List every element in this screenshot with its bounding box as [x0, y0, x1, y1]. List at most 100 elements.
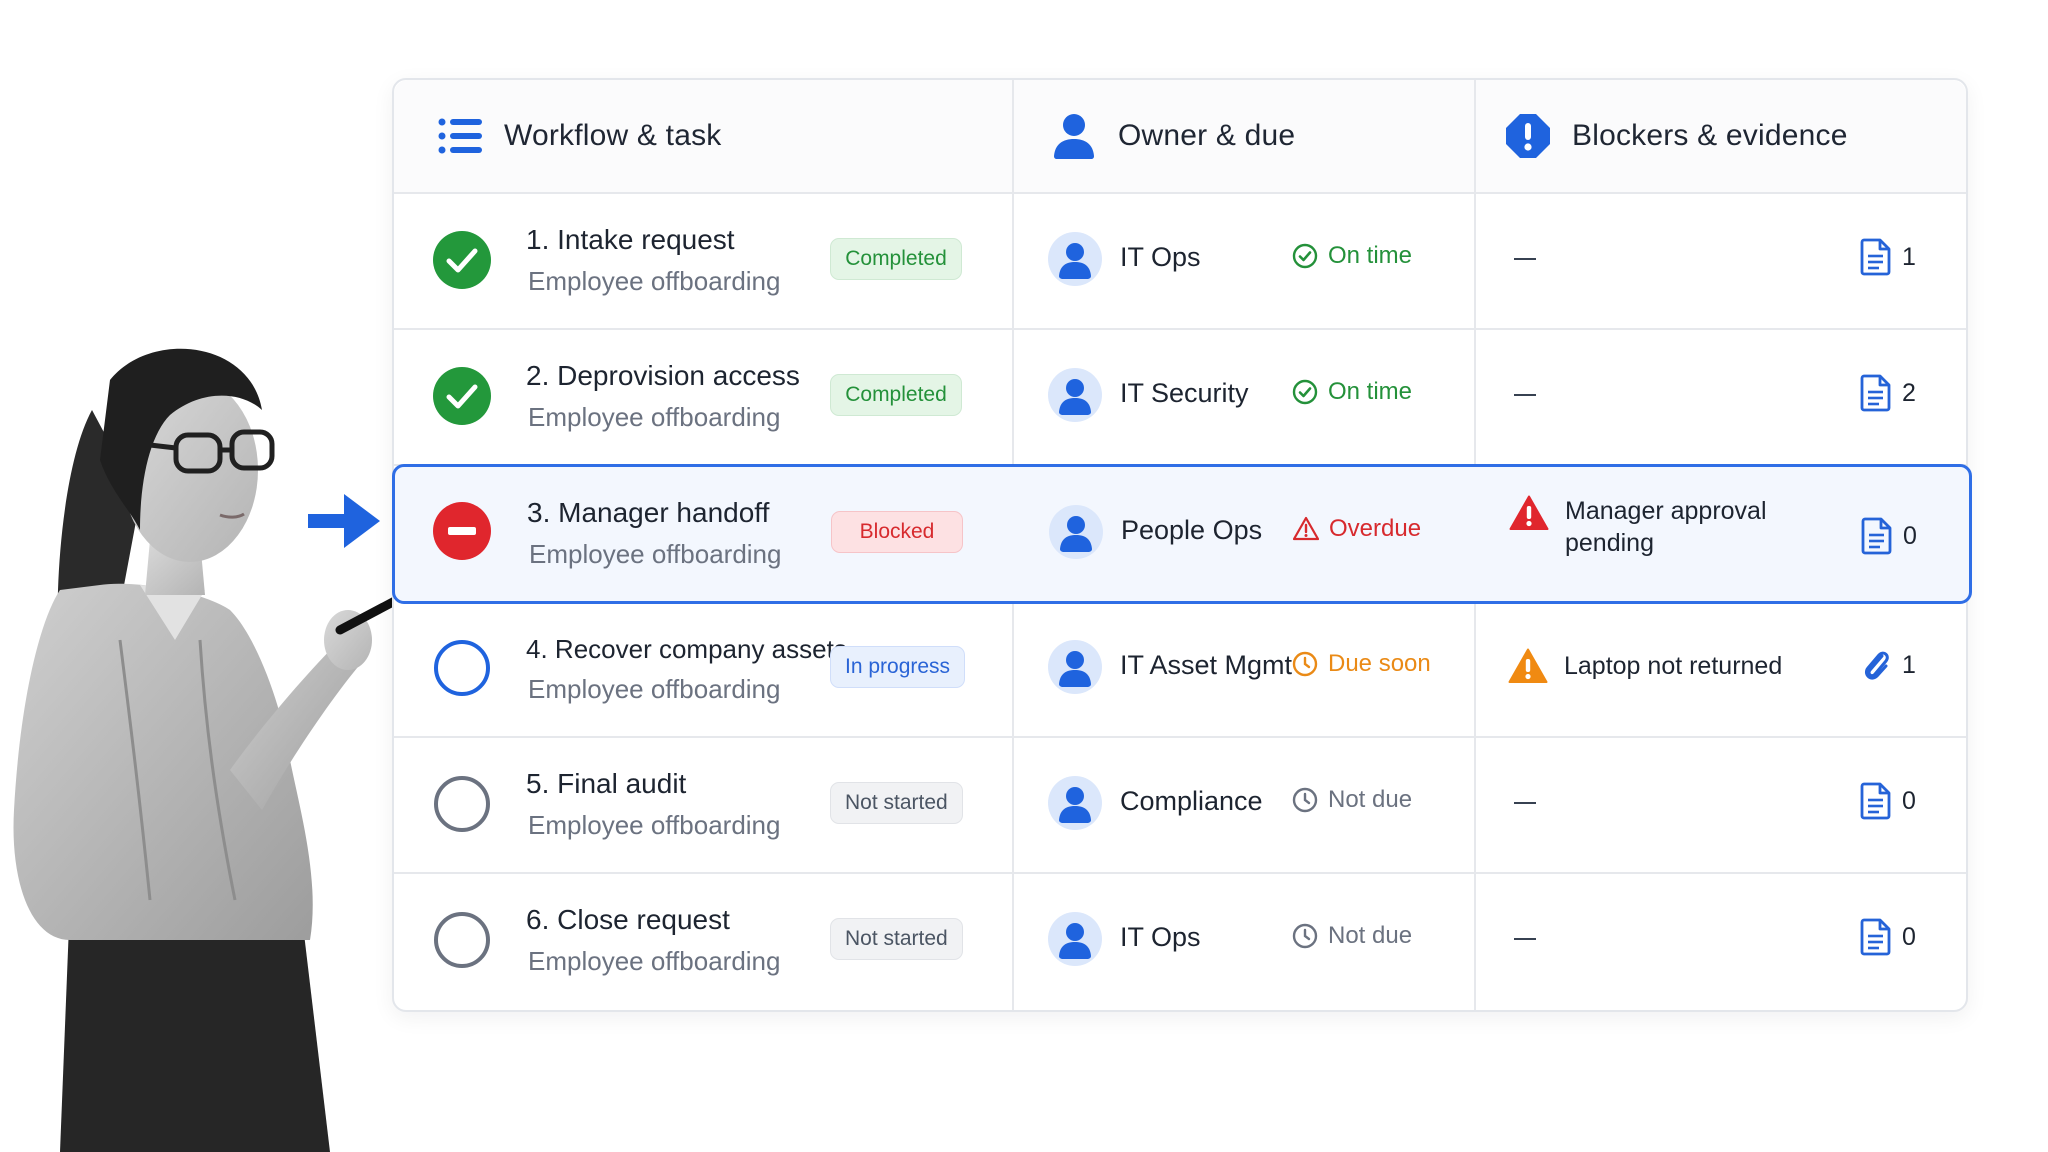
table-header: Workflow & task Owner & due Blockers & e… — [394, 80, 1966, 194]
evidence-number: 1 — [1902, 242, 1916, 271]
evidence-number: 2 — [1902, 378, 1916, 407]
due-label: On time — [1328, 242, 1413, 269]
in-progress-circle-icon — [434, 640, 490, 696]
document-icon — [1860, 238, 1892, 276]
status-badge: Completed — [830, 374, 962, 416]
status-badge: Not started — [830, 918, 963, 960]
evidence-number: 0 — [1902, 922, 1916, 951]
check-circle-outline-icon — [1292, 243, 1318, 269]
due-label: Overdue — [1329, 515, 1422, 542]
task-number: 6. — [526, 904, 550, 935]
check-circle-outline-icon — [1292, 379, 1318, 405]
task-title: 5. Final audit — [526, 768, 686, 800]
check-circle-icon — [433, 231, 491, 289]
no-blocker-dash — [1514, 938, 1536, 940]
avatar — [1048, 368, 1102, 422]
due-status: On time — [1292, 242, 1412, 270]
status-badge: In progress — [830, 646, 966, 688]
table-row[interactable]: 5. Final audit Employee offboarding Not … — [394, 736, 1966, 874]
due-label: Not due — [1328, 922, 1413, 949]
table-row[interactable]: 1. Intake request Employee offboarding C… — [394, 192, 1966, 330]
document-icon — [1860, 782, 1892, 820]
evidence-count[interactable]: 0 — [1861, 517, 1917, 555]
table-row[interactable]: 2. Deprovision access Employee offboardi… — [394, 328, 1966, 466]
status-badge: Not started — [830, 782, 963, 824]
task-workflow: Employee offboarding — [529, 539, 782, 569]
task-title: 1. Intake request — [526, 224, 735, 256]
alert-octagon-icon — [1504, 112, 1552, 160]
task-title: 2. Deprovision access — [526, 360, 800, 392]
not-started-circle-icon — [434, 912, 490, 968]
due-status: Overdue — [1293, 515, 1421, 543]
person-icon — [1050, 112, 1098, 160]
check-circle-icon — [433, 367, 491, 425]
no-blocker-dash — [1514, 258, 1536, 260]
blocker-text: Laptop not returned — [1564, 652, 1783, 680]
evidence-number: 0 — [1902, 786, 1916, 815]
evidence-number: 0 — [1903, 521, 1917, 550]
column-title-blockers: Blockers & evidence — [1572, 119, 1848, 152]
presenter-illustration — [13, 348, 420, 1152]
table-row[interactable]: 4. Recover company assets Employee offbo… — [394, 600, 1966, 738]
task-name: Intake request — [557, 224, 735, 255]
task-number: 3. — [527, 497, 551, 528]
task-workflow: Employee offboarding — [528, 810, 781, 840]
column-title-task: Workflow & task — [504, 119, 722, 152]
task-workflow: Employee offboarding — [528, 266, 781, 296]
document-icon — [1861, 517, 1893, 555]
table-row[interactable]: 6. Close request Employee offboarding No… — [394, 872, 1966, 1008]
pointer-arrow-icon — [308, 494, 380, 548]
clock-icon — [1292, 651, 1318, 677]
not-started-circle-icon — [434, 776, 490, 832]
evidence-count[interactable]: 1 — [1860, 646, 1916, 684]
task-name: Close request — [557, 904, 730, 935]
avatar — [1048, 640, 1102, 694]
workflow-table: Workflow & task Owner & due Blockers & e… — [392, 78, 1972, 1012]
evidence-count[interactable]: 0 — [1860, 918, 1916, 956]
document-icon — [1860, 918, 1892, 956]
clock-icon — [1292, 923, 1318, 949]
table-row-selected[interactable]: 3. Manager handoff Employee offboarding … — [392, 464, 1972, 604]
task-title: 3. Manager handoff — [527, 497, 769, 529]
avatar — [1048, 232, 1102, 286]
blocker-note: Manager approval pending — [1509, 495, 1795, 559]
blocker-note: Laptop not returned — [1508, 648, 1782, 684]
due-status: Not due — [1292, 922, 1412, 950]
owner-name: IT Security — [1120, 378, 1249, 408]
owner-name: People Ops — [1121, 515, 1263, 545]
task-name: Final audit — [557, 768, 687, 799]
due-status: Due soon — [1292, 650, 1431, 678]
owner-name: IT Ops — [1120, 242, 1201, 272]
blocker-text: Manager approval pending — [1565, 497, 1767, 557]
status-badge: Completed — [830, 238, 962, 280]
column-header-task[interactable]: Workflow & task — [436, 80, 722, 192]
due-status: Not due — [1292, 786, 1412, 814]
task-title: 4. Recover company assets — [526, 634, 847, 665]
task-number: 4. — [526, 634, 548, 664]
status-badge: Blocked — [831, 511, 963, 553]
avatar — [1049, 505, 1103, 559]
task-title: 6. Close request — [526, 904, 730, 936]
blocked-icon — [433, 502, 491, 560]
column-header-owner[interactable]: Owner & due — [1050, 80, 1295, 192]
no-blocker-dash — [1514, 802, 1536, 804]
task-workflow: Employee offboarding — [528, 946, 781, 976]
clock-icon — [1292, 787, 1318, 813]
due-label: On time — [1328, 378, 1413, 405]
paperclip-icon — [1860, 646, 1892, 684]
evidence-count[interactable]: 0 — [1860, 782, 1916, 820]
task-number: 1. — [526, 224, 550, 255]
warning-icon — [1508, 648, 1548, 683]
task-name: Manager handoff — [558, 497, 770, 528]
task-workflow: Employee offboarding — [528, 674, 781, 704]
evidence-count[interactable]: 1 — [1860, 238, 1916, 276]
evidence-count[interactable]: 2 — [1860, 374, 1916, 412]
task-name: Recover company assets — [554, 634, 847, 664]
no-blocker-dash — [1514, 394, 1536, 396]
due-label: Not due — [1328, 786, 1413, 813]
due-label: Due soon — [1328, 650, 1431, 677]
task-number: 5. — [526, 768, 550, 799]
list-icon — [436, 112, 484, 160]
column-header-blockers[interactable]: Blockers & evidence — [1504, 80, 1848, 192]
owner-name: IT Ops — [1120, 922, 1201, 952]
